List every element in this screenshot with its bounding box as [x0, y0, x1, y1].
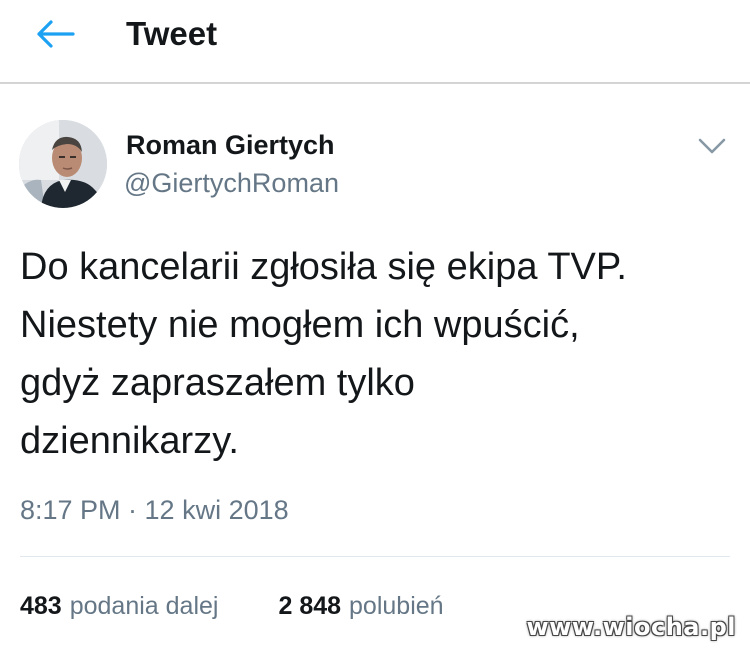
app-header: Tweet [0, 0, 750, 84]
likes-stat[interactable]: 2 848 polubień [278, 590, 443, 622]
watermark: www.wiocha.pl [526, 613, 736, 641]
avatar[interactable] [19, 120, 107, 208]
tweet-stats: 483 podania dalej 2 848 polubień [20, 590, 444, 622]
retweets-count: 483 [20, 592, 62, 620]
divider [20, 556, 730, 557]
page-title: Tweet [126, 15, 218, 52]
tweet-options-button[interactable] [690, 128, 734, 164]
author-handle[interactable]: @GiertychRoman [124, 166, 339, 200]
tweet-text: Do kancelarii zgłosiła się ekipa TVP. Ni… [20, 246, 627, 462]
retweets-stat[interactable]: 483 podania dalej [20, 590, 218, 622]
likes-label: polubień [349, 592, 444, 620]
likes-count: 2 848 [278, 592, 342, 620]
tweet-timestamp[interactable]: 8:17 PM · 12 kwi 2018 [20, 494, 289, 526]
author-name[interactable]: Roman Giertych [126, 128, 335, 162]
avatar-photo [19, 120, 107, 208]
retweets-label: podania dalej [69, 592, 219, 620]
chevron-down-icon [698, 138, 726, 154]
arrow-left-icon [37, 20, 75, 48]
tweet-page: Tweet Roman Giertych @GiertychRoman Do k… [0, 0, 750, 651]
back-button[interactable] [30, 14, 80, 54]
